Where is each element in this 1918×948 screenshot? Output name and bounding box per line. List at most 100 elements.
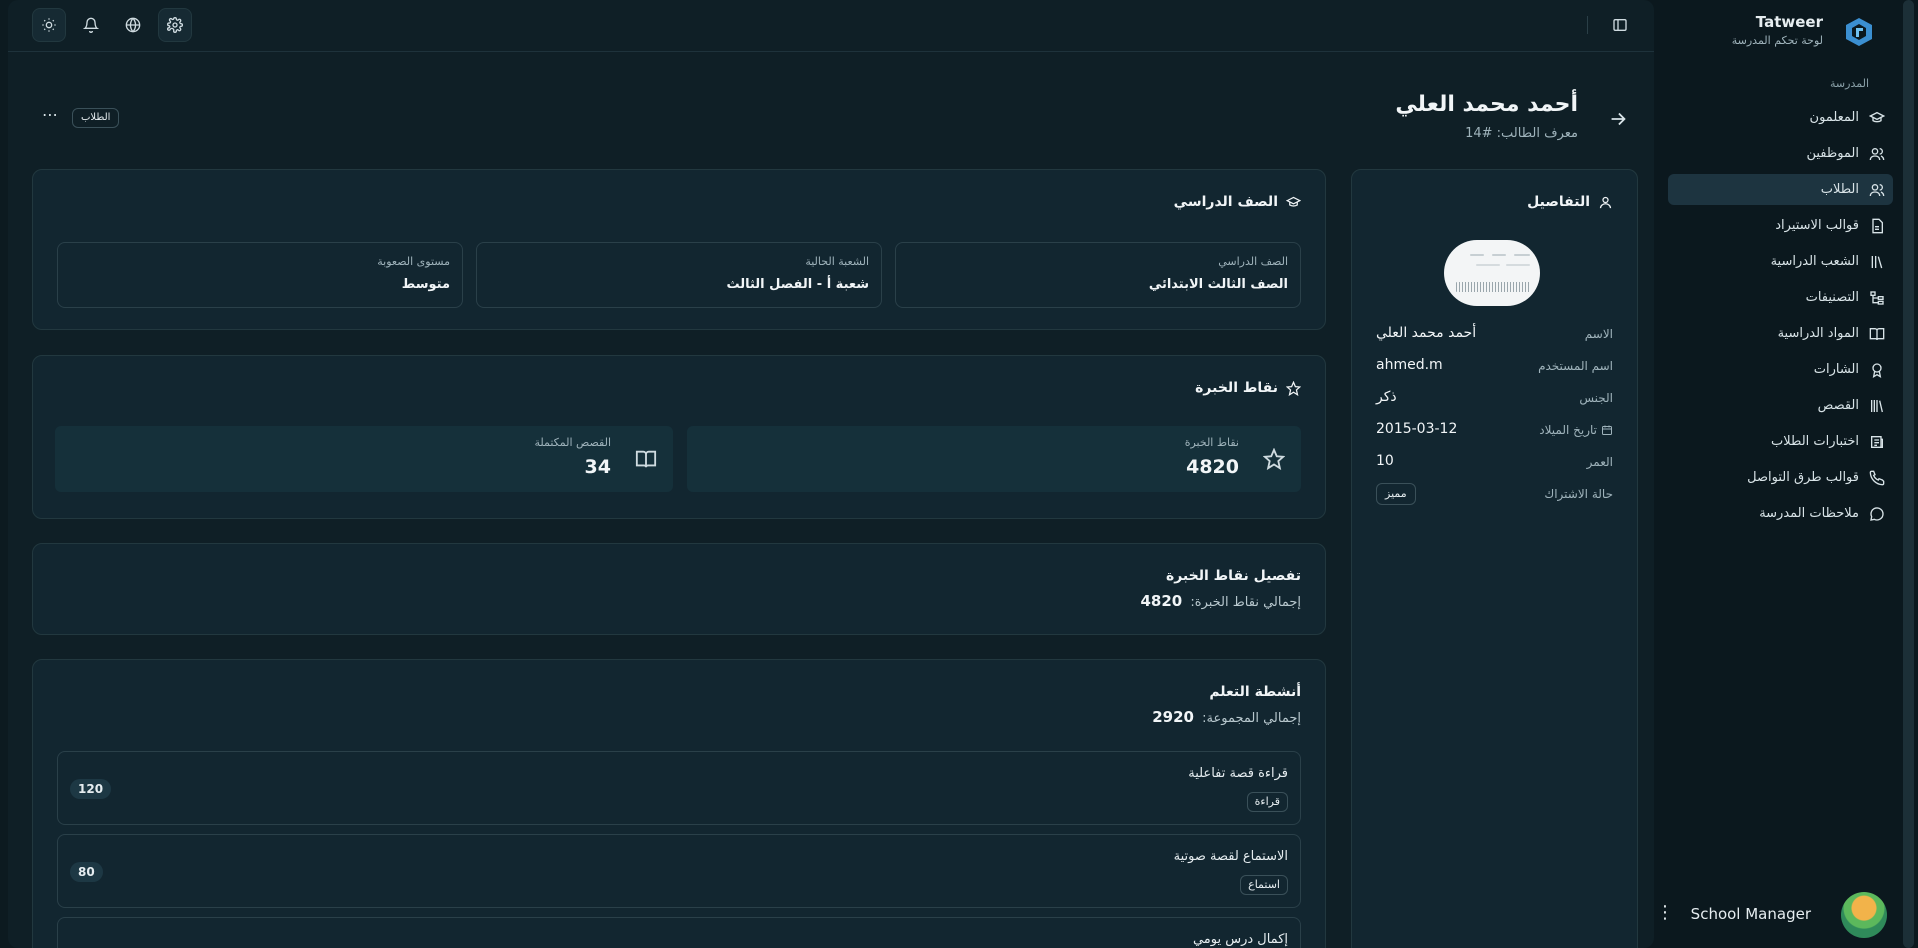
topbar	[8, 0, 1654, 52]
sun-icon	[42, 18, 56, 32]
calendar-icon	[1602, 425, 1612, 435]
sidebar-item-school-notes[interactable]: ملاحظات المدرسة	[1668, 498, 1893, 529]
info-value: الصف الثالث الابتدائي	[1148, 277, 1288, 292]
activity-item[interactable]: الاستماع لقصة صوتية استماع 80	[57, 834, 1301, 908]
sidebar-item-label: الطلاب	[1820, 182, 1859, 197]
sidebar-item-label: الشعب الدراسية	[1770, 254, 1859, 269]
star-icon	[1263, 448, 1285, 470]
activity-item[interactable]: قراءة قصة تفاعلية قراءة 120	[57, 751, 1301, 825]
sidebar-item-label: الموظفين	[1806, 146, 1859, 161]
award-icon	[1872, 362, 1882, 378]
page-title: أحمد محمد العلي	[1395, 92, 1578, 117]
student-id: معرف الطالب: #14	[1465, 126, 1578, 141]
sidebar-item-stories[interactable]: القصص	[1668, 390, 1893, 421]
info-label: مستوى الصعوبة	[377, 255, 450, 268]
sidebar: Tatweer لوحة تحكم المدرسة المدرسة المعلم…	[1631, 0, 1899, 948]
language-button[interactable]	[116, 8, 150, 42]
stat-label: نقاط الخبرة	[1184, 436, 1239, 449]
back-button[interactable]	[1607, 108, 1629, 130]
xp-title-label: نقاط الخبرة	[1195, 380, 1278, 396]
info-value: شعبة أ - الفصل الثالث	[726, 277, 869, 292]
activities-title: أنشطة التعلم	[1209, 684, 1301, 700]
sidebar-item-label: قوالب طرق التواصل	[1747, 470, 1859, 485]
sidebar-nav: المعلمون الموظفين الطلاب قوالب الاستيراد…	[1668, 102, 1893, 534]
xp-total: إجمالي نقاط الخبرة: 4820	[1140, 592, 1301, 610]
avatar	[1841, 892, 1887, 938]
notifications-button[interactable]	[74, 8, 108, 42]
subscription-badge: مميز	[1376, 483, 1416, 505]
detail-key: الجنس	[1579, 391, 1613, 405]
detail-key: تاريخ الميلاد	[1539, 423, 1597, 437]
info-value: متوسط	[401, 277, 450, 292]
settings-button[interactable]	[158, 8, 192, 42]
detail-value: ahmed.m	[1376, 357, 1443, 373]
user-menu[interactable]: School Manager ⋮	[1631, 876, 1899, 948]
activities-total-label: إجمالي المجموعة:	[1202, 711, 1301, 726]
details-title-label: التفاصيل	[1527, 194, 1590, 210]
more-options-icon[interactable]: ⋯	[40, 107, 60, 128]
detail-row-gender: الجنس ذكر	[1376, 389, 1613, 409]
info-label: الصف الدراسي	[1218, 255, 1288, 268]
sidebar-item-student-quizzes[interactable]: اختبارات الطلاب	[1668, 426, 1893, 457]
activity-title: الاستماع لقصة صوتية	[1173, 849, 1288, 864]
activity-title: إكمال درس يومي	[1192, 932, 1288, 947]
star-icon	[1286, 380, 1301, 396]
breadcrumb-badge[interactable]: الطلاب	[72, 108, 120, 128]
message-icon	[1870, 506, 1884, 521]
theme-toggle-button[interactable]	[32, 8, 66, 42]
library-icon	[1871, 255, 1883, 268]
grade-title: الصف الدراسي	[1174, 194, 1301, 210]
bell-icon	[83, 17, 99, 33]
sidebar-item-label: ملاحظات المدرسة	[1759, 506, 1859, 521]
activity-points: 80	[70, 862, 103, 882]
user-icon	[1599, 196, 1612, 208]
learning-activities-card: أنشطة التعلم إجمالي المجموعة: 2920 قراءة…	[32, 659, 1326, 948]
gear-icon	[167, 17, 183, 33]
scrollbar-thumb[interactable]	[1903, 0, 1914, 948]
sidebar-item-import-templates[interactable]: قوالب الاستيراد	[1668, 210, 1893, 241]
xp-total-label: إجمالي نقاط الخبرة:	[1190, 595, 1301, 610]
brand-subtitle: لوحة تحكم المدرسة	[1731, 34, 1823, 47]
completed-stories-stat: القصص المكتملة 34	[55, 426, 673, 492]
detail-value: 2015-03-12	[1376, 421, 1458, 437]
main-content: أحمد محمد العلي معرف الطالب: #14 الطلاب …	[8, 0, 1654, 948]
sidebar-toggle-button[interactable]	[1603, 8, 1637, 42]
kebab-menu-icon[interactable]: ⋮	[1656, 902, 1674, 923]
grade-level-box: الصف الدراسي الصف الثالث الابتدائي	[895, 242, 1301, 308]
sidebar-item-students[interactable]: الطلاب	[1668, 174, 1893, 205]
sidebar-item-label: القصص	[1817, 398, 1859, 413]
books-icon	[1871, 399, 1883, 412]
detail-key: اسم المستخدم	[1538, 359, 1613, 373]
detail-key: حالة الاشتراك	[1544, 487, 1613, 501]
user-name: School Manager	[1690, 905, 1811, 923]
sidebar-section-label: المدرسة	[1830, 77, 1869, 90]
sidebar-item-contact-templates[interactable]: قوالب طرق التواصل	[1668, 462, 1893, 493]
brand[interactable]: Tatweer لوحة تحكم المدرسة	[1645, 10, 1885, 54]
book-open-icon	[635, 450, 657, 468]
tree-icon	[1870, 290, 1884, 305]
detail-key: الاسم	[1584, 327, 1613, 341]
page-scrollbar[interactable]	[1899, 0, 1918, 948]
xp-breakdown-title: تفصيل نقاط الخبرة	[1165, 568, 1301, 584]
sidebar-item-sections[interactable]: الشعب الدراسية	[1668, 246, 1893, 277]
detail-row-subscription: حالة الاشتراك مميز	[1376, 483, 1613, 505]
detail-value: 10	[1376, 453, 1394, 469]
phone-icon	[1869, 470, 1885, 485]
graduation-cap-icon	[1869, 111, 1885, 122]
activity-tag: قراءة	[1246, 792, 1288, 812]
users-icon	[1869, 147, 1885, 160]
stat-value: 34	[584, 456, 611, 478]
detail-value: ذكر	[1376, 389, 1397, 405]
sidebar-item-staff[interactable]: الموظفين	[1668, 138, 1893, 169]
sidebar-item-badges[interactable]: الشارات	[1668, 354, 1893, 385]
sidebar-item-label: الشارات	[1813, 362, 1859, 377]
detail-row-age: العمر 10	[1376, 453, 1613, 473]
sidebar-item-categories[interactable]: التصنيفات	[1668, 282, 1893, 313]
users-icon	[1869, 183, 1885, 196]
activity-item[interactable]: إكمال درس يومي	[57, 917, 1301, 948]
sidebar-item-label: المعلمون	[1809, 110, 1859, 125]
sidebar-item-label: المواد الدراسية	[1777, 326, 1859, 341]
sidebar-item-subjects[interactable]: المواد الدراسية	[1668, 318, 1893, 349]
graduation-cap-icon	[1286, 196, 1301, 207]
sidebar-item-teachers[interactable]: المعلمون	[1668, 102, 1893, 133]
